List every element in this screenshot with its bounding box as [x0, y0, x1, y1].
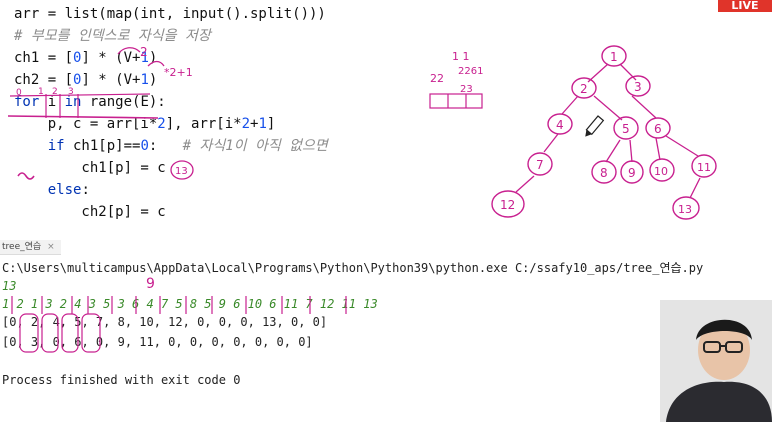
- run-tab[interactable]: tree_연습 ×: [0, 240, 61, 255]
- ink-small-box: [429, 93, 483, 109]
- svg-text:6: 6: [654, 122, 662, 136]
- tree-node-11: 11: [691, 154, 717, 178]
- ink-digit-3: 3: [68, 87, 74, 97]
- ink-console-mark: 9: [146, 276, 155, 292]
- svg-text:7: 7: [536, 158, 544, 172]
- svg-text:5: 5: [622, 122, 630, 136]
- ink-digit-0: 0: [16, 88, 22, 98]
- console-ink-overlay: 9: [11, 276, 347, 353]
- tree-node-4: 4: [547, 113, 573, 135]
- svg-text:1: 1: [610, 50, 618, 64]
- ink-note-top: 1 1: [452, 50, 470, 63]
- ink-note-mid: 23: [460, 84, 473, 95]
- ink-note-right: 2261: [458, 66, 483, 77]
- tree-edges: [515, 63, 701, 199]
- webcam-overlay: [660, 300, 772, 422]
- close-icon[interactable]: ×: [47, 242, 55, 252]
- tree-node-7: 7: [527, 152, 553, 176]
- ink-arc-v1: [117, 47, 141, 55]
- tree-node-13: 13: [672, 196, 700, 220]
- svg-text:10: 10: [654, 165, 668, 178]
- tree-node-6: 6: [645, 117, 671, 139]
- ink-digit-1: 1: [38, 87, 44, 97]
- ink-for-underline: [7, 115, 159, 119]
- presenter-image: [660, 300, 772, 422]
- code-editor[interactable]: arr = list(map(int, input().split())) # 부…: [0, 0, 772, 236]
- svg-text:3: 3: [634, 80, 642, 94]
- ink-overlay: 2 *2+1 0 1 2 3 13 1 1 22 2261 23 1 2 3 4…: [7, 45, 717, 220]
- svg-text:4: 4: [556, 118, 564, 132]
- tree-node-5: 5: [613, 116, 639, 140]
- svg-text:13: 13: [678, 203, 692, 216]
- ink-note-left: 22: [430, 72, 444, 85]
- run-console[interactable]: C:\Users\multicampus\AppData\Local\Progr…: [0, 256, 772, 422]
- tree-node-3: 3: [625, 75, 651, 97]
- ink-note-if: 13: [175, 166, 188, 177]
- tree-node-12: 12: [491, 190, 525, 218]
- svg-text:11: 11: [697, 161, 711, 174]
- tree-node-8: 8: [591, 160, 617, 184]
- ink-arc-v2: [147, 60, 165, 67]
- ink-note-over-v2: *2+1: [164, 66, 193, 79]
- tree-node-10: 10: [649, 158, 675, 182]
- tree-node-2: 2: [571, 77, 597, 99]
- live-badge: LIVE: [718, 0, 772, 12]
- tree-node-9: 9: [620, 160, 644, 184]
- ink-digit-2: 2: [52, 87, 58, 97]
- console-ink-lines: [11, 296, 347, 353]
- svg-text:2: 2: [580, 82, 588, 96]
- svg-text:9: 9: [628, 166, 636, 180]
- pen-cursor-icon: [585, 115, 605, 137]
- ink-note-over-v1: 2: [140, 45, 148, 59]
- svg-text:8: 8: [600, 166, 608, 180]
- svg-text:12: 12: [500, 198, 515, 212]
- ink-for-overline: [9, 93, 151, 97]
- tree-node-1: 1: [601, 45, 627, 67]
- run-tab-label: tree_연습: [2, 242, 42, 252]
- ink-squiggle: [17, 172, 35, 180]
